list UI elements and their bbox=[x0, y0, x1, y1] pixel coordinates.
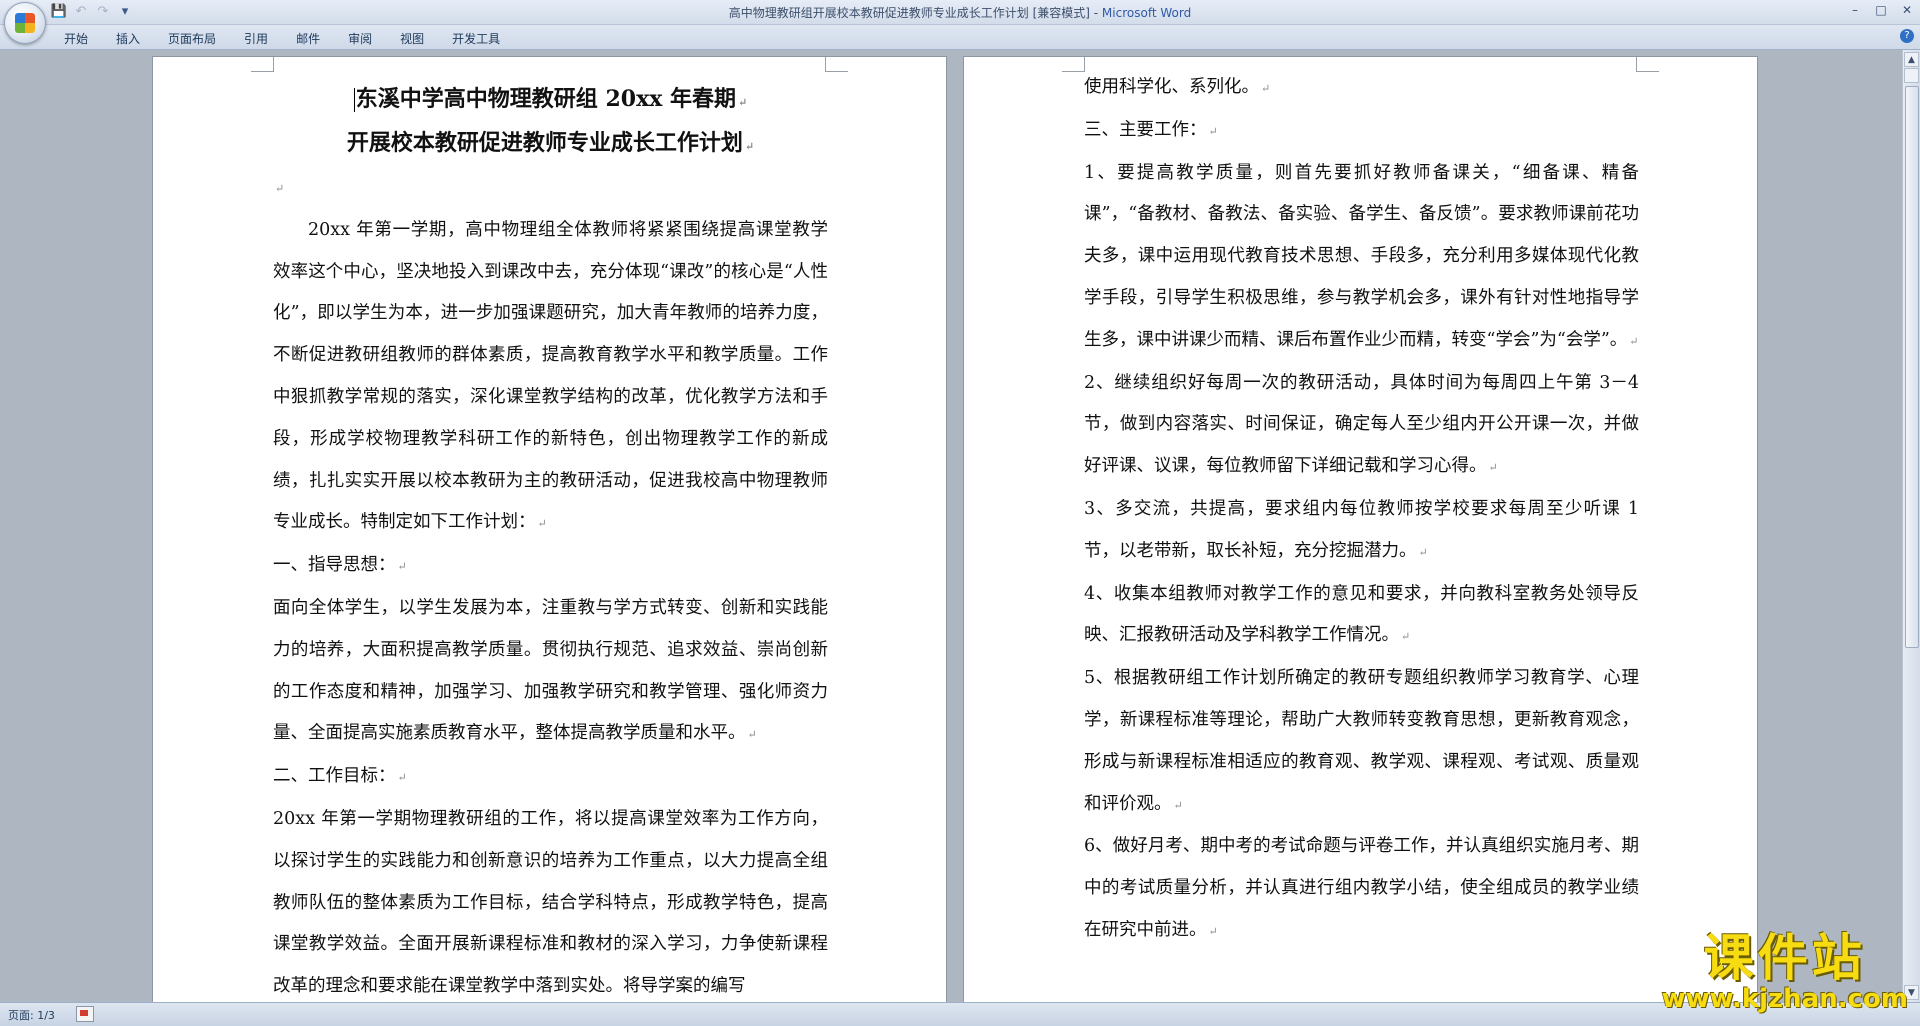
paragraph-mark-icon: ↵ bbox=[1488, 461, 1498, 475]
ribbon-tabs: 开始 插入 页面布局 引用 邮件 审阅 视图 开发工具 bbox=[50, 29, 514, 48]
paragraph: 20xx 年第一学期物理教研组的工作，将以提高课堂效率为工作方向，以探讨学生的实… bbox=[273, 808, 828, 997]
close-button[interactable]: ✕ bbox=[1894, 0, 1920, 20]
help-icon[interactable]: ? bbox=[1900, 29, 1914, 43]
document-title-line-2: 开展校本教研促进教师专业成长工作计划 ↵ bbox=[346, 130, 755, 156]
maximize-button[interactable]: □ bbox=[1868, 0, 1894, 20]
status-bar: 页面: 1/3 bbox=[0, 1002, 1920, 1026]
section-heading: 二、工作目标： ↵ bbox=[273, 766, 407, 787]
section-heading: 三、主要工作： ↵ bbox=[1084, 119, 1218, 140]
paragraph-mark-icon: ↵ bbox=[1629, 334, 1639, 348]
paragraph-mark-icon: ↵ bbox=[737, 96, 748, 109]
paragraph-mark-icon: ↵ bbox=[1418, 545, 1428, 559]
paragraph: 2、继续组织好每周一次的教研活动，具体时间为每周四上午第 3－4 节，做到内容落… bbox=[1084, 372, 1639, 477]
office-logo-icon bbox=[15, 13, 35, 33]
watermark-logo: 课件站 www.kjzhan.com bbox=[1662, 931, 1908, 1013]
paragraph: 5、根据教研组工作计划所确定的教研专题组织教师学习教育学、心理学，新课程标准等理… bbox=[1084, 668, 1639, 814]
paragraph: 面向全体学生，以学生发展为本，注重教与学方式转变、创新和实践能力的培养，大面积提… bbox=[273, 597, 828, 744]
crop-mark bbox=[825, 57, 848, 72]
scrollbar-thumb[interactable] bbox=[1905, 86, 1919, 648]
scroll-up-button[interactable]: ▲ bbox=[1904, 52, 1919, 67]
office-button[interactable] bbox=[4, 2, 46, 44]
paragraph: 6、做好月考、期中考的考试命题与评卷工作，并认真组织实施月考、期中的考试质量分析… bbox=[1084, 836, 1639, 940]
paragraph-mark-icon: ↵ bbox=[1173, 798, 1183, 812]
paragraph: 1、要提高教学质量，则首先要抓好教师备课关，“细备课、精备课”，“备教材、备教法… bbox=[1084, 162, 1639, 350]
tab-references[interactable]: 引用 bbox=[230, 29, 282, 48]
window-controls: – □ ✕ bbox=[1842, 0, 1920, 20]
title-bar: 💾 ↶ ↷ ▾ 高中物理教研组开展校本教研促进教师专业成长工作计划 [兼容模式]… bbox=[0, 0, 1920, 44]
paragraph-mark-icon: ↵ bbox=[275, 182, 285, 195]
minimize-button[interactable]: – bbox=[1842, 0, 1868, 20]
paragraph-mark-icon: ↵ bbox=[747, 728, 757, 742]
tab-view[interactable]: 视图 bbox=[386, 29, 438, 48]
crop-mark bbox=[1636, 57, 1659, 72]
page-content[interactable]: 东溪中学高中物理教研组 20xx 年春期 ↵ 开展校本教研促进教师专业成长工作计划… bbox=[273, 79, 828, 1002]
document-title: 高中物理教研组开展校本教研促进教师专业成长工作计划 [兼容模式] - bbox=[728, 6, 1102, 20]
paragraph-mark-icon: ↵ bbox=[1261, 82, 1271, 95]
text-cursor bbox=[353, 88, 355, 112]
document-title-line-1: 东溪中学高中物理教研组 20xx 年春期 ↵ bbox=[353, 86, 748, 112]
ribbon-tab-bar: 开始 插入 页面布局 引用 邮件 审阅 视图 开发工具 ? bbox=[0, 25, 1920, 50]
tab-developer[interactable]: 开发工具 bbox=[438, 29, 514, 48]
paragraph-mark-icon: ↵ bbox=[397, 560, 407, 574]
tab-page-layout[interactable]: 页面布局 bbox=[154, 29, 230, 48]
ruler-toggle-icon[interactable] bbox=[1904, 68, 1919, 83]
document-area[interactable]: 东溪中学高中物理教研组 20xx 年春期 ↵ 开展校本教研促进教师专业成长工作计划… bbox=[0, 50, 1902, 1002]
document-page-1[interactable]: 东溪中学高中物理教研组 20xx 年春期 ↵ 开展校本教研促进教师专业成长工作计划… bbox=[152, 56, 947, 1002]
watermark-text: 课件站 bbox=[1703, 929, 1866, 987]
proofing-icon[interactable] bbox=[76, 1006, 94, 1022]
paragraph: 使用科学化、系列化。 ↵ bbox=[1084, 77, 1271, 97]
document-page-2[interactable]: 使用科学化、系列化。 ↵ 三、主要工作： ↵ 1、要提高教学质量，则首先要抓好教师备… bbox=[963, 56, 1758, 1002]
paragraph-mark-icon: ↵ bbox=[1208, 924, 1218, 938]
app-name: Microsoft Word bbox=[1101, 6, 1192, 20]
crop-mark bbox=[1062, 57, 1085, 72]
window-title: 高中物理教研组开展校本教研促进教师专业成长工作计划 [兼容模式] - Micro… bbox=[0, 4, 1920, 21]
crop-mark bbox=[251, 57, 274, 72]
tab-mailings[interactable]: 邮件 bbox=[282, 29, 334, 48]
tab-home[interactable]: 开始 bbox=[50, 29, 102, 48]
watermark-url: www.kjzhan.com bbox=[1661, 984, 1908, 1014]
paragraph: 20xx 年第一学期，高中物理组全体教师将紧紧围绕提高课堂教学效率这个中心，坚决… bbox=[273, 219, 828, 533]
page-content[interactable]: 使用科学化、系列化。 ↵ 三、主要工作： ↵ 1、要提高教学质量，则首先要抓好教师备… bbox=[1084, 67, 1639, 953]
paragraph-mark-icon: ↵ bbox=[1401, 630, 1411, 644]
section-heading: 一、指导思想： ↵ bbox=[273, 555, 407, 576]
tab-insert[interactable]: 插入 bbox=[102, 29, 154, 48]
paragraph: 4、收集本组教师对教学工作的意见和要求，并向教科室教务处领导反映、汇报教研活动及… bbox=[1084, 583, 1639, 646]
paragraph-mark-icon: ↵ bbox=[537, 517, 547, 531]
vertical-scrollbar[interactable]: ▲ ▼ bbox=[1902, 50, 1920, 1002]
empty-paragraph: ↵ bbox=[273, 167, 828, 210]
paragraph-mark-icon: ↵ bbox=[397, 771, 407, 785]
paragraph-mark-icon: ↵ bbox=[744, 140, 755, 153]
page-indicator[interactable]: 页面: 1/3 bbox=[8, 1007, 55, 1023]
tab-review[interactable]: 审阅 bbox=[334, 29, 386, 48]
paragraph-mark-icon: ↵ bbox=[1208, 124, 1218, 138]
paragraph: 3、多交流，共提高，要求组内每位教师按学校要求每周至少听课 1 节，以老带新，取… bbox=[1084, 498, 1639, 561]
